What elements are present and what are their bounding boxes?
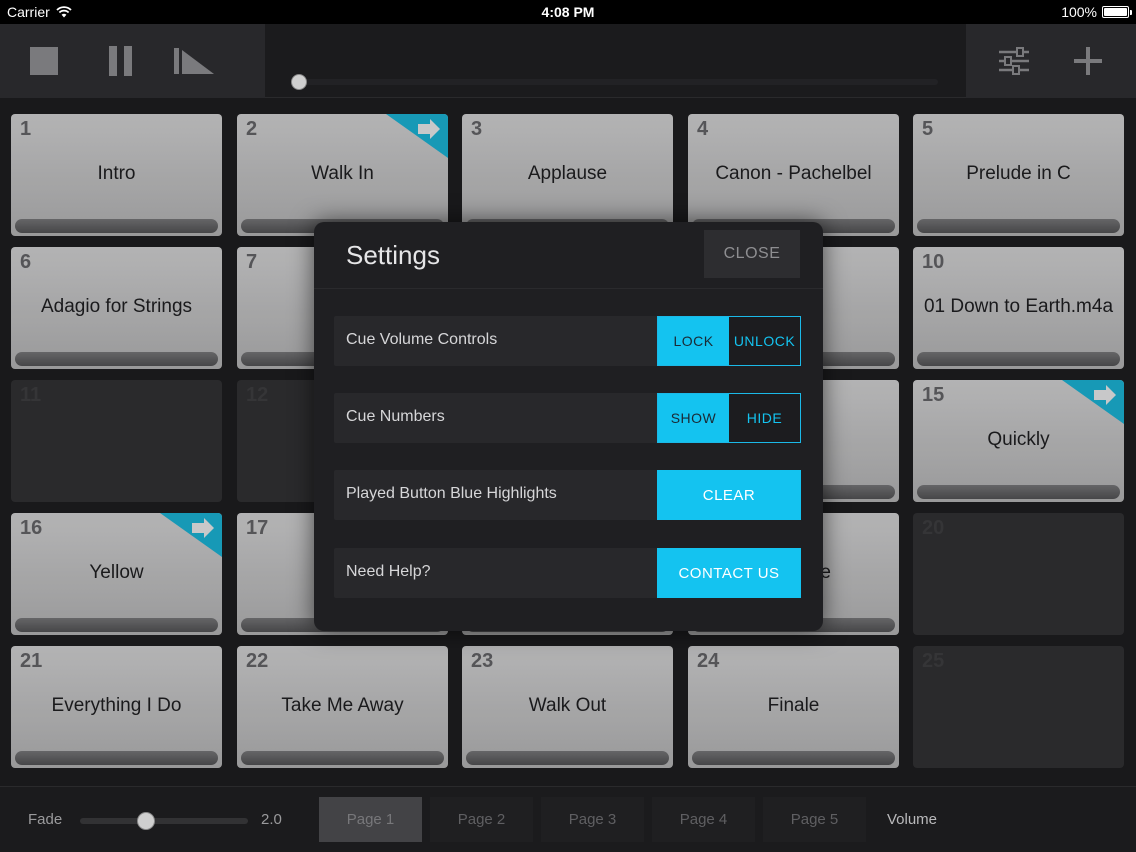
transport-controls (0, 24, 265, 98)
stop-button[interactable] (22, 42, 66, 80)
playback-progress[interactable] (291, 74, 938, 90)
page-tab-3[interactable]: Page 3 (541, 797, 644, 842)
page-tab-2[interactable]: Page 2 (430, 797, 533, 842)
page-tab-4[interactable]: Page 4 (652, 797, 755, 842)
contact-us-button[interactable]: CONTACT US (657, 548, 801, 598)
progress-knob[interactable] (291, 74, 307, 90)
sliders-icon (999, 47, 1029, 75)
transport-bar (0, 24, 1136, 98)
fade-label: Fade (28, 811, 63, 828)
close-button[interactable]: CLOSE (704, 230, 800, 278)
fade-slider[interactable] (80, 812, 248, 830)
help-label: Need Help? (346, 563, 431, 580)
show-option[interactable]: SHOW (658, 394, 729, 442)
highlights-label: Played Button Blue Highlights (346, 485, 557, 502)
volume-tab[interactable]: Volume (872, 797, 952, 842)
cue-numbers-toggle: SHOW HIDE (657, 393, 801, 443)
pause-button[interactable] (98, 42, 142, 80)
settings-title: Settings (346, 240, 440, 270)
lock-option[interactable]: LOCK (658, 317, 729, 365)
add-button[interactable] (1068, 42, 1108, 80)
help-row: Need Help? CONTACT US (334, 548, 801, 598)
status-bar: Carrier 4:08 PM 100% (0, 0, 1136, 24)
cue-numbers-label: Cue Numbers (346, 408, 445, 425)
fade-slider-knob[interactable] (137, 812, 155, 830)
unlock-option[interactable]: UNLOCK (729, 317, 800, 365)
cue-volume-row: Cue Volume Controls LOCK UNLOCK (334, 316, 801, 366)
mixer-settings-button[interactable] (994, 42, 1034, 80)
highlights-row: Played Button Blue Highlights CLEAR (334, 470, 801, 520)
pause-icon (108, 46, 132, 76)
hide-option[interactable]: HIDE (729, 394, 800, 442)
fade-out-icon (174, 48, 214, 74)
divider (314, 288, 823, 289)
fade-value: 2.0 (261, 811, 282, 828)
cue-numbers-row: Cue Numbers SHOW HIDE (334, 393, 801, 443)
settings-dialog: Settings CLOSE Cue Volume Controls LOCK … (314, 222, 823, 631)
cue-volume-label: Cue Volume Controls (346, 331, 498, 348)
plus-icon (1074, 47, 1102, 75)
battery-indicator: 100% (1061, 4, 1132, 20)
fade-out-button[interactable] (168, 42, 220, 80)
battery-percent: 100% (1061, 4, 1097, 20)
page-tab-5[interactable]: Page 5 (763, 797, 866, 842)
clock: 4:08 PM (541, 4, 595, 20)
page-tab-1[interactable]: Page 1 (319, 797, 422, 842)
transport-actions (966, 24, 1136, 98)
cue-volume-toggle: LOCK UNLOCK (657, 316, 801, 366)
clear-button[interactable]: CLEAR (657, 470, 801, 520)
bottom-bar: Fade 2.0 Page 1 Page 2 Page 3 Page 4 Pag… (0, 786, 1136, 852)
stop-icon (30, 47, 58, 75)
battery-icon (1102, 6, 1132, 18)
